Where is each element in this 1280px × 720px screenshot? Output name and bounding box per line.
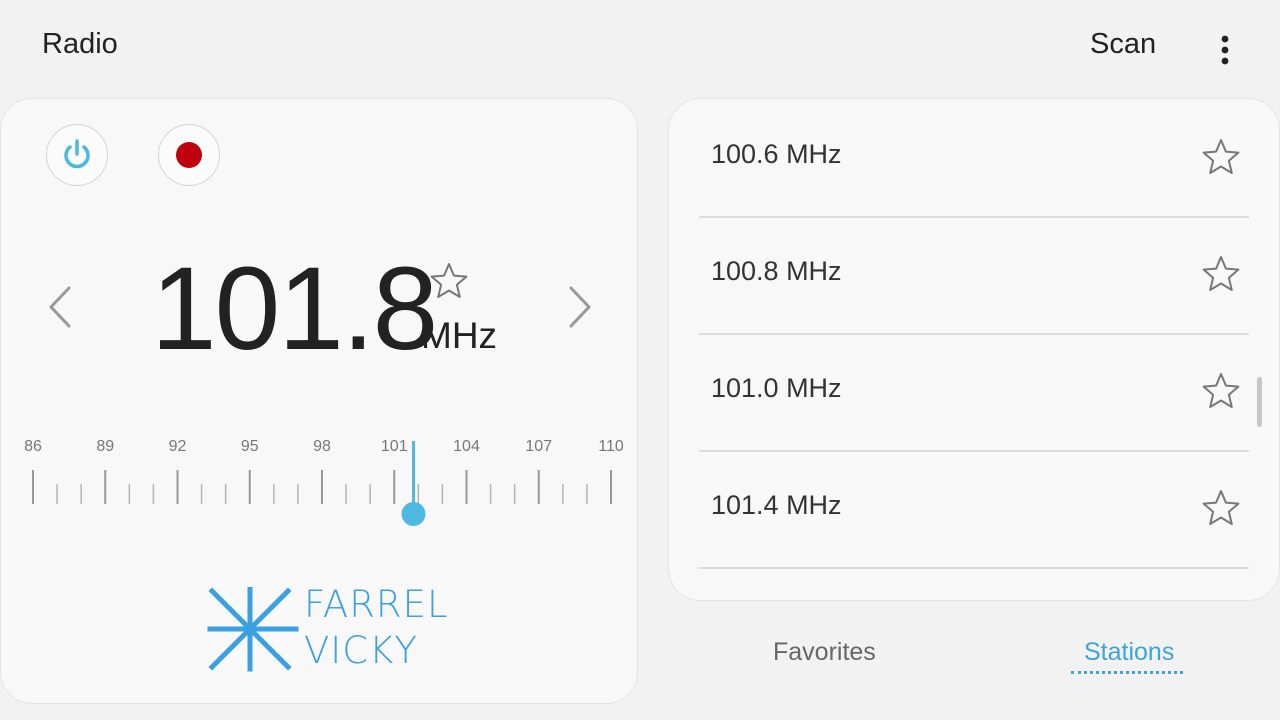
scan-button[interactable]: Scan	[1090, 28, 1156, 61]
favorite-station-button[interactable]	[1201, 488, 1241, 528]
star-outline-icon	[1202, 139, 1240, 174]
tab-favorites[interactable]: Favorites	[773, 638, 876, 667]
power-button[interactable]	[46, 124, 108, 186]
active-tab-indicator	[1071, 671, 1183, 674]
frequency-unit: MHz	[421, 315, 498, 356]
station-frequency: 101.4 MHz	[711, 490, 842, 520]
tuner-card: 101.8 MHz 86 89 92 95 98 101 104 107 110…	[0, 98, 638, 704]
tab-stations[interactable]: Stations	[1084, 638, 1174, 667]
chevron-left-icon	[49, 286, 71, 328]
app-title: Radio	[42, 28, 118, 60]
station-list-scrollbar[interactable]	[1257, 377, 1262, 427]
star-outline-icon	[1202, 490, 1240, 525]
logo-star-icon	[207, 587, 299, 672]
chevron-right-icon	[569, 286, 591, 328]
favorite-station-button[interactable]	[1201, 137, 1241, 177]
logo-text-line-1: FARREL	[304, 583, 449, 626]
power-icon	[64, 139, 90, 169]
current-frequency: 101.8	[151, 243, 438, 375]
station-frequency: 101.0 MHz	[711, 373, 842, 403]
star-outline-icon	[1202, 256, 1240, 291]
watermark-logo: FARREL VICKY	[206, 583, 448, 677]
station-list: 100.6 MHz 100.8 MHz 101.0 MHz 101.4 MHz	[668, 98, 1280, 601]
station-item[interactable]: 100.6 MHz	[699, 99, 1249, 218]
favorite-current-button[interactable]	[429, 261, 469, 301]
station-item[interactable]: 101.0 MHz	[699, 333, 1249, 452]
station-item[interactable]: 101.4 MHz	[699, 450, 1249, 569]
record-button[interactable]	[158, 124, 220, 186]
logo-text-line-2: VICKY	[304, 629, 418, 672]
more-options-button[interactable]	[1210, 30, 1240, 70]
station-frequency: 100.8 MHz	[711, 256, 842, 286]
record-icon	[176, 142, 202, 168]
star-outline-icon	[430, 263, 468, 298]
favorite-station-button[interactable]	[1201, 371, 1241, 411]
vertical-ellipsis-icon	[1221, 35, 1229, 65]
station-item[interactable]: 100.8 MHz	[699, 216, 1249, 335]
next-frequency-button[interactable]	[565, 285, 595, 329]
tuning-dial[interactable]	[1, 429, 639, 539]
tuning-knob[interactable]	[401, 502, 426, 526]
previous-frequency-button[interactable]	[45, 285, 75, 329]
favorite-station-button[interactable]	[1201, 254, 1241, 294]
star-outline-icon	[1202, 373, 1240, 408]
station-frequency: 100.6 MHz	[711, 139, 842, 169]
